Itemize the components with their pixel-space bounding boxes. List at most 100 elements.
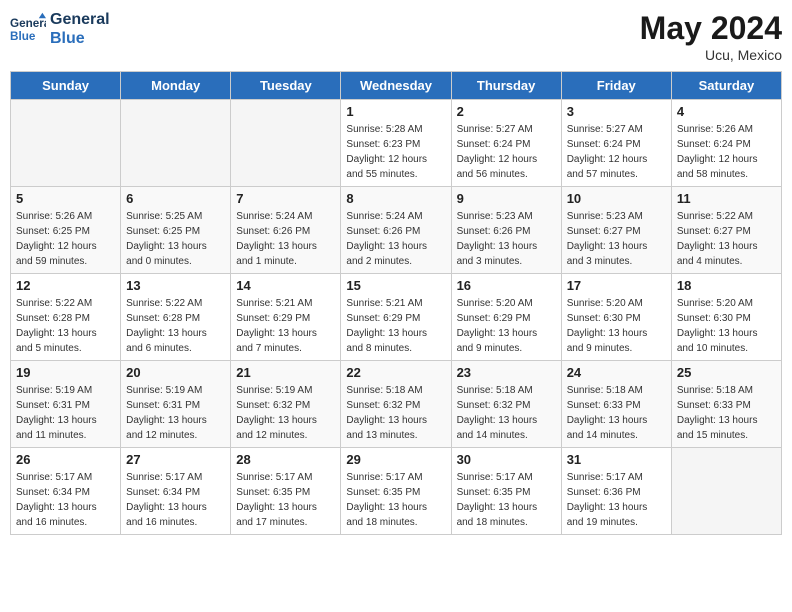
calendar-table: SundayMondayTuesdayWednesdayThursdayFrid… [10, 71, 782, 535]
calendar-cell: 31 Sunrise: 5:17 AMSunset: 6:36 PMDayligh… [561, 448, 671, 535]
calendar-cell: 27 Sunrise: 5:17 AMSunset: 6:34 PMDayligh… [121, 448, 231, 535]
day-info: Sunrise: 5:17 AMSunset: 6:34 PMDaylight:… [126, 470, 225, 530]
calendar-cell: 8Sunrise: 5:24 AMSunset: 6:26 PMDaylight… [341, 187, 451, 274]
calendar-cell: 10 Sunrise: 5:23 AMSunset: 6:27 PMDayligh… [561, 187, 671, 274]
calendar-cell: 4 Sunrise: 5:26 AMSunset: 6:24 PMDaylight… [671, 100, 781, 187]
logo-icon: General Blue [10, 11, 46, 47]
day-number: 9 [457, 191, 556, 206]
day-info: Sunrise: 5:20 AMSunset: 6:30 PMDaylight:… [567, 296, 666, 356]
weekday-header-saturday: Saturday [671, 72, 781, 100]
calendar-cell: 17 Sunrise: 5:20 AMSunset: 6:30 PMDayligh… [561, 274, 671, 361]
weekday-header-monday: Monday [121, 72, 231, 100]
logo-general-text: General [50, 10, 110, 29]
weekday-header-row: SundayMondayTuesdayWednesdayThursdayFrid… [11, 72, 782, 100]
day-number: 7 [236, 191, 335, 206]
calendar-cell [121, 100, 231, 187]
calendar-cell: 15 Sunrise: 5:21 AMSunset: 6:29 PMDayligh… [341, 274, 451, 361]
svg-text:General: General [10, 17, 46, 30]
calendar-cell [231, 100, 341, 187]
calendar-cell: 24Sunrise: 5:18 AMSunset: 6:33 PMDayligh… [561, 361, 671, 448]
day-number: 14 [236, 278, 335, 293]
calendar-week-2: 5Sunrise: 5:26 AMSunset: 6:25 PMDaylight… [11, 187, 782, 274]
calendar-cell [11, 100, 121, 187]
calendar-cell: 11 Sunrise: 5:22 AMSunset: 6:27 PMDayligh… [671, 187, 781, 274]
day-info: Sunrise: 5:22 AMSunset: 6:27 PMDaylight:… [677, 209, 776, 269]
logo: General Blue General Blue [10, 10, 110, 48]
calendar-cell: 23Sunrise: 5:18 AMSunset: 6:32 PMDayligh… [451, 361, 561, 448]
day-info: Sunrise: 5:20 AMSunset: 6:30 PMDaylight:… [677, 296, 776, 356]
calendar-week-1: 1 Sunrise: 5:28 AMSunset: 6:23 PMDaylight… [11, 100, 782, 187]
day-number: 11 [677, 191, 776, 206]
day-number: 4 [677, 104, 776, 119]
day-number: 26 [16, 452, 115, 467]
calendar-cell: 28Sunrise: 5:17 AMSunset: 6:35 PMDayligh… [231, 448, 341, 535]
day-number: 1 [346, 104, 445, 119]
day-info: Sunrise: 5:19 AMSunset: 6:32 PMDaylight:… [236, 383, 335, 443]
day-number: 12 [16, 278, 115, 293]
day-info: Sunrise: 5:21 AMSunset: 6:29 PMDaylight:… [236, 296, 335, 356]
day-info: Sunrise: 5:24 AMSunset: 6:26 PMDaylight:… [236, 209, 335, 269]
day-number: 8 [346, 191, 445, 206]
day-number: 19 [16, 365, 115, 380]
calendar-cell: 6 Sunrise: 5:25 AMSunset: 6:25 PMDaylight… [121, 187, 231, 274]
calendar-cell: 14 Sunrise: 5:21 AMSunset: 6:29 PMDayligh… [231, 274, 341, 361]
day-number: 23 [457, 365, 556, 380]
title-block: May 2024 Ucu, Mexico [640, 10, 782, 63]
day-number: 18 [677, 278, 776, 293]
day-info: Sunrise: 5:25 AMSunset: 6:25 PMDaylight:… [126, 209, 225, 269]
day-number: 15 [346, 278, 445, 293]
day-info: Sunrise: 5:21 AMSunset: 6:29 PMDaylight:… [346, 296, 445, 356]
day-number: 10 [567, 191, 666, 206]
day-info: Sunrise: 5:17 AMSunset: 6:36 PMDaylight:… [567, 470, 666, 530]
day-info: Sunrise: 5:19 AMSunset: 6:31 PMDaylight:… [16, 383, 115, 443]
calendar-cell: 29Sunrise: 5:17 AMSunset: 6:35 PMDayligh… [341, 448, 451, 535]
calendar-cell: 5Sunrise: 5:26 AMSunset: 6:25 PMDaylight… [11, 187, 121, 274]
day-info: Sunrise: 5:20 AMSunset: 6:29 PMDaylight:… [457, 296, 556, 356]
calendar-cell: 16Sunrise: 5:20 AMSunset: 6:29 PMDayligh… [451, 274, 561, 361]
calendar-week-5: 26 Sunrise: 5:17 AMSunset: 6:34 PMDayligh… [11, 448, 782, 535]
calendar-cell: 1 Sunrise: 5:28 AMSunset: 6:23 PMDaylight… [341, 100, 451, 187]
day-info: Sunrise: 5:28 AMSunset: 6:23 PMDaylight:… [346, 122, 445, 182]
calendar-cell: 30Sunrise: 5:17 AMSunset: 6:35 PMDayligh… [451, 448, 561, 535]
day-info: Sunrise: 5:23 AMSunset: 6:27 PMDaylight:… [567, 209, 666, 269]
day-info: Sunrise: 5:17 AMSunset: 6:35 PMDaylight:… [457, 470, 556, 530]
day-info: Sunrise: 5:19 AMSunset: 6:31 PMDaylight:… [126, 383, 225, 443]
calendar-cell [671, 448, 781, 535]
calendar-week-3: 12Sunrise: 5:22 AMSunset: 6:28 PMDayligh… [11, 274, 782, 361]
day-info: Sunrise: 5:18 AMSunset: 6:33 PMDaylight:… [567, 383, 666, 443]
calendar-cell: 20Sunrise: 5:19 AMSunset: 6:31 PMDayligh… [121, 361, 231, 448]
day-info: Sunrise: 5:26 AMSunset: 6:24 PMDaylight:… [677, 122, 776, 182]
day-info: Sunrise: 5:27 AMSunset: 6:24 PMDaylight:… [567, 122, 666, 182]
month-title: May 2024 [640, 10, 782, 47]
day-number: 5 [16, 191, 115, 206]
logo-blue-text: Blue [50, 29, 110, 48]
calendar-cell: 3 Sunrise: 5:27 AMSunset: 6:24 PMDaylight… [561, 100, 671, 187]
calendar-cell: 7 Sunrise: 5:24 AMSunset: 6:26 PMDaylight… [231, 187, 341, 274]
day-number: 27 [126, 452, 225, 467]
calendar-cell: 2Sunrise: 5:27 AMSunset: 6:24 PMDaylight… [451, 100, 561, 187]
calendar-cell: 25Sunrise: 5:18 AMSunset: 6:33 PMDayligh… [671, 361, 781, 448]
svg-text:Blue: Blue [10, 30, 36, 43]
weekday-header-wednesday: Wednesday [341, 72, 451, 100]
day-info: Sunrise: 5:18 AMSunset: 6:32 PMDaylight:… [346, 383, 445, 443]
calendar-cell: 19 Sunrise: 5:19 AMSunset: 6:31 PMDayligh… [11, 361, 121, 448]
calendar-cell: 12Sunrise: 5:22 AMSunset: 6:28 PMDayligh… [11, 274, 121, 361]
weekday-header-sunday: Sunday [11, 72, 121, 100]
weekday-header-thursday: Thursday [451, 72, 561, 100]
day-number: 2 [457, 104, 556, 119]
day-number: 17 [567, 278, 666, 293]
day-number: 13 [126, 278, 225, 293]
day-number: 31 [567, 452, 666, 467]
day-info: Sunrise: 5:17 AMSunset: 6:35 PMDaylight:… [346, 470, 445, 530]
weekday-header-friday: Friday [561, 72, 671, 100]
day-number: 21 [236, 365, 335, 380]
day-number: 3 [567, 104, 666, 119]
day-info: Sunrise: 5:23 AMSunset: 6:26 PMDaylight:… [457, 209, 556, 269]
page-header: General Blue General Blue May 2024 Ucu, … [10, 10, 782, 63]
day-number: 25 [677, 365, 776, 380]
day-info: Sunrise: 5:17 AMSunset: 6:35 PMDaylight:… [236, 470, 335, 530]
day-number: 22 [346, 365, 445, 380]
day-number: 6 [126, 191, 225, 206]
day-info: Sunrise: 5:17 AMSunset: 6:34 PMDaylight:… [16, 470, 115, 530]
calendar-cell: 18 Sunrise: 5:20 AMSunset: 6:30 PMDayligh… [671, 274, 781, 361]
